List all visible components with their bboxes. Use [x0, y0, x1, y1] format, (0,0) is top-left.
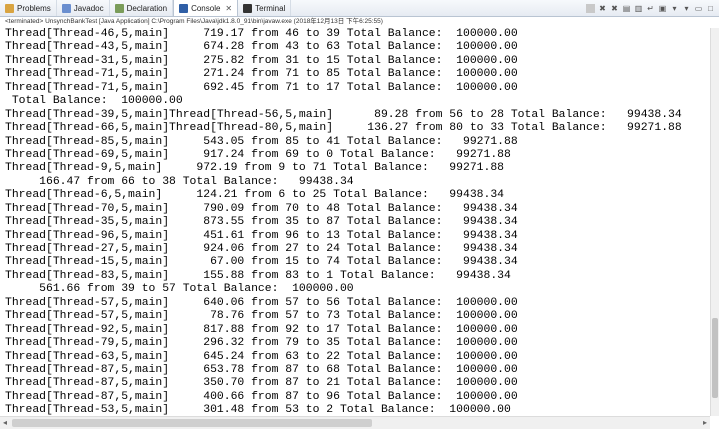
clear-console-icon[interactable]: ▤ — [622, 4, 631, 13]
console-line: Thread[Thread-57,5,main] 78.76 from 57 t… — [5, 310, 518, 323]
console-icon — [179, 3, 189, 13]
console-line: Thread[Thread-87,5,main] 350.70 from 87 … — [5, 377, 518, 390]
console-line: Thread[Thread-57,5,main] 640.06 from 57 … — [5, 296, 518, 309]
console-line: Thread[Thread-46,5,main] 719.17 from 46 … — [5, 28, 518, 40]
console-line: Thread[Thread-39,5,main]Thread[Thread-56… — [5, 108, 682, 121]
tab-declaration[interactable]: Declaration — [110, 0, 174, 16]
declaration-icon — [114, 3, 124, 13]
console-line: Thread[Thread-87,5,main] 400.66 from 87 … — [5, 390, 518, 403]
tab-label: Console — [191, 3, 221, 13]
tab-label: Problems — [17, 3, 51, 13]
console-status-line: <terminated> UnsynchBankTest [Java Appli… — [5, 18, 383, 25]
scroll-left-icon[interactable]: ◂ — [0, 418, 10, 428]
terminate-icon[interactable] — [586, 3, 595, 13]
horizontal-scrollbar[interactable]: ◂ ▸ — [0, 416, 710, 429]
scroll-right-icon[interactable]: ▸ — [700, 418, 710, 428]
view-tab-bar: Problems Javadoc Declaration Console ✕ T… — [0, 0, 719, 17]
tab-terminal[interactable]: Terminal — [238, 0, 292, 16]
console-line: Thread[Thread-83,5,main] 155.88 from 83 … — [5, 269, 511, 282]
tab-label: Javadoc — [73, 3, 104, 13]
console-line: Thread[Thread-69,5,main] 917.24 from 69 … — [5, 148, 511, 161]
console-line: Total Balance: 100000.00 — [5, 95, 183, 108]
remove-all-icon[interactable]: ✖ — [610, 4, 619, 13]
tab-problems[interactable]: Problems — [0, 0, 57, 16]
open-console-icon[interactable]: ▾ — [682, 4, 691, 13]
tab-console[interactable]: Console ✕ — [173, 0, 239, 16]
horizontal-scrollbar-thumb[interactable] — [12, 419, 372, 427]
console-line: Thread[Thread-53,5,main] 301.48 from 53 … — [5, 404, 511, 416]
remove-launch-icon[interactable]: ✖ — [598, 4, 607, 13]
console-line: Thread[Thread-71,5,main] 692.45 from 71 … — [5, 81, 518, 94]
console-line: 166.47 from 66 to 38 Total Balance: 9943… — [5, 175, 354, 188]
console-line: Thread[Thread-27,5,main] 924.06 from 27 … — [5, 243, 518, 255]
minimize-icon[interactable]: ▭ — [694, 4, 703, 13]
tab-label: Declaration — [126, 3, 168, 13]
display-console-icon[interactable]: ▾ — [670, 4, 679, 13]
tab-label: Terminal — [255, 3, 286, 13]
console-line: 561.66 from 39 to 57 Total Balance: 1000… — [5, 283, 354, 296]
maximize-icon[interactable]: □ — [706, 4, 715, 13]
console-line: Thread[Thread-96,5,main] 451.61 from 96 … — [5, 229, 518, 242]
pin-console-icon[interactable]: ▣ — [658, 4, 667, 13]
javadoc-icon — [61, 3, 71, 13]
console-line: Thread[Thread-9,5,main] 972.19 from 9 to… — [5, 162, 504, 175]
console-line: Thread[Thread-87,5,main] 653.78 from 87 … — [5, 363, 518, 376]
console-line: Thread[Thread-35,5,main] 873.55 from 35 … — [5, 216, 518, 229]
terminal-icon — [243, 3, 253, 13]
console-line: Thread[Thread-15,5,main] 67.00 from 15 t… — [5, 256, 518, 269]
problems-icon — [5, 3, 14, 13]
console-line: Thread[Thread-43,5,main] 674.28 from 43 … — [5, 41, 518, 54]
console-line: Thread[Thread-85,5,main] 543.05 from 85 … — [5, 135, 518, 148]
console-toolbar: ✖ ✖ ▤ ▥ ↵ ▣ ▾ ▾ ▭ □ — [586, 0, 719, 16]
scroll-lock-icon[interactable]: ▥ — [634, 4, 643, 13]
vertical-scrollbar-thumb[interactable] — [712, 318, 718, 398]
console-line: Thread[Thread-71,5,main] 271.24 from 71 … — [5, 68, 518, 81]
word-wrap-icon[interactable]: ↵ — [646, 4, 655, 13]
console-line: Thread[Thread-66,5,main]Thread[Thread-80… — [5, 122, 682, 135]
console-line: Thread[Thread-6,5,main] 124.21 from 6 to… — [5, 189, 504, 202]
vertical-scrollbar[interactable] — [710, 28, 719, 416]
console-line: Thread[Thread-63,5,main] 645.24 from 63 … — [5, 350, 518, 363]
console-line: Thread[Thread-31,5,main] 275.82 from 31 … — [5, 54, 518, 67]
close-icon[interactable]: ✕ — [225, 4, 232, 13]
console-line: Thread[Thread-79,5,main] 296.32 from 79 … — [5, 337, 518, 350]
console-output[interactable]: Thread[Thread-46,5,main] 719.17 from 46 … — [0, 28, 710, 416]
tab-javadoc[interactable]: Javadoc — [57, 0, 110, 16]
console-line: Thread[Thread-92,5,main] 817.88 from 92 … — [5, 323, 518, 336]
console-line: Thread[Thread-70,5,main] 790.09 from 70 … — [5, 202, 518, 215]
